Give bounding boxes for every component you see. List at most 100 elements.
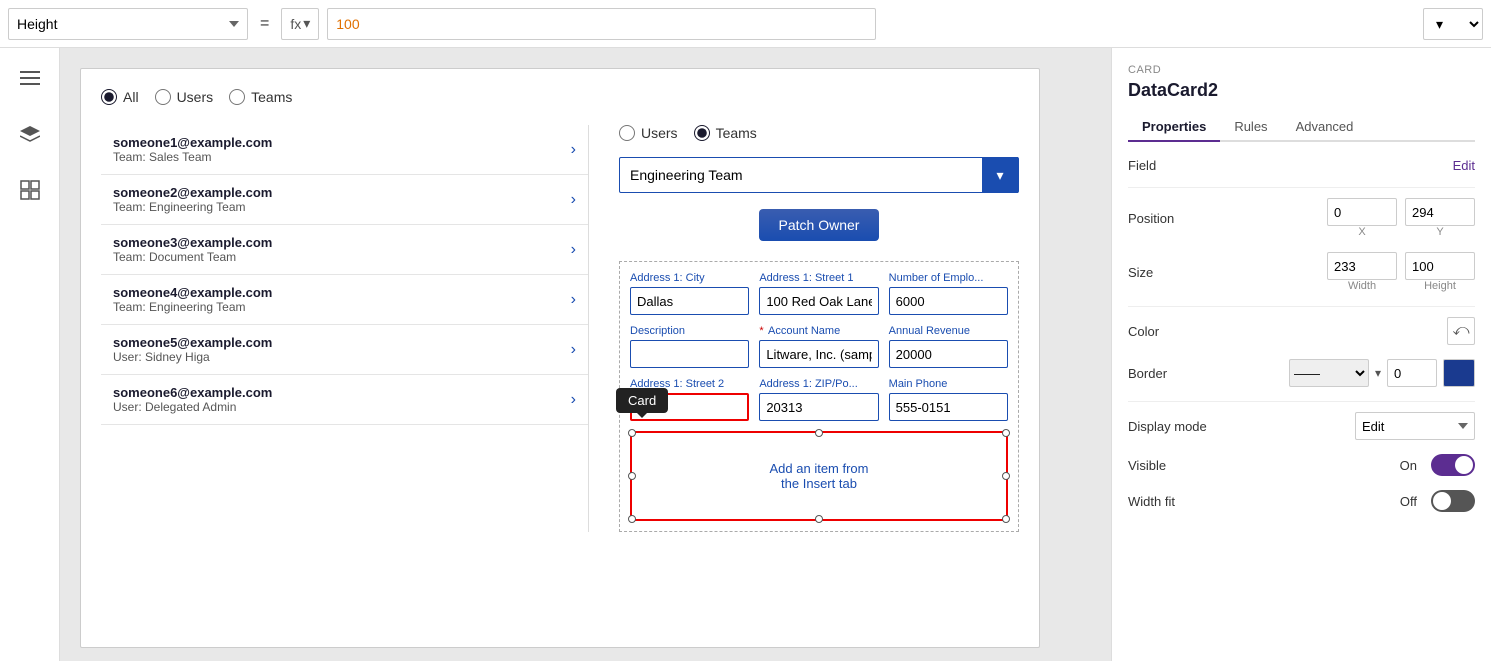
border-color-swatch[interactable] xyxy=(1443,359,1475,387)
user-item[interactable]: someone1@example.com Team: Sales Team › xyxy=(101,125,588,175)
resize-handle-tr[interactable] xyxy=(1002,429,1010,437)
resize-handle-tm[interactable] xyxy=(815,429,823,437)
form-field-phone: Main Phone xyxy=(889,378,1008,421)
color-row: Color ⤺ xyxy=(1128,317,1475,345)
height-select[interactable]: Height xyxy=(8,8,248,40)
color-picker-icon[interactable]: ⤺ xyxy=(1447,317,1475,345)
menu-icon[interactable] xyxy=(12,60,48,96)
size-w-label: Width xyxy=(1348,280,1376,292)
add-item-text: Add an item fromthe Insert tab xyxy=(640,441,998,511)
field-input-employees[interactable] xyxy=(889,287,1008,315)
form-grid-outer: Address 1: City Address 1: Street 1 Numb… xyxy=(619,261,1019,532)
user-item[interactable]: someone4@example.com Team: Engineering T… xyxy=(101,275,588,325)
form-field-zip: Address 1: ZIP/Po... xyxy=(759,378,878,421)
patch-owner-button[interactable]: Patch Owner xyxy=(759,209,880,241)
width-fit-row: Width fit Off xyxy=(1128,490,1475,512)
field-input-account[interactable] xyxy=(759,340,878,368)
width-fit-slider xyxy=(1431,490,1475,512)
user-item[interactable]: someone3@example.com Team: Document Team… xyxy=(101,225,588,275)
field-input-description[interactable] xyxy=(630,340,749,368)
main-layout: All Users Teams someone1@example.com Tea… xyxy=(0,48,1491,661)
chevron-icon: › xyxy=(571,241,576,259)
pos-x-group: X xyxy=(1327,198,1397,238)
field-input-city[interactable] xyxy=(630,287,749,315)
border-inputs: —— ▾ xyxy=(1289,359,1475,387)
visible-toggle[interactable] xyxy=(1431,454,1475,476)
card-tooltip: Card xyxy=(616,388,668,413)
position-inputs: X Y xyxy=(1327,198,1475,238)
pos-x-input[interactable] xyxy=(1327,198,1397,226)
detail-radio-users[interactable]: Users xyxy=(619,125,678,141)
tab-properties[interactable]: Properties xyxy=(1128,113,1220,142)
field-input-phone[interactable] xyxy=(889,393,1008,421)
size-h-label: Height xyxy=(1424,280,1456,292)
radio-all[interactable]: All xyxy=(101,89,139,105)
radio-teams[interactable]: Teams xyxy=(229,89,292,105)
size-w-input[interactable] xyxy=(1327,252,1397,280)
border-dropdown-icon: ▾ xyxy=(1375,366,1381,380)
size-row: Size Width Height xyxy=(1128,252,1475,292)
resize-handle-br[interactable] xyxy=(1002,515,1010,523)
visible-toggle-row: On xyxy=(1400,454,1475,476)
size-h-input[interactable] xyxy=(1405,252,1475,280)
resize-handle-ml[interactable] xyxy=(628,472,636,480)
display-mode-row: Display mode Edit View Disabled xyxy=(1128,412,1475,440)
form-field-account: * Account Name xyxy=(759,325,878,368)
width-fit-toggle[interactable] xyxy=(1431,490,1475,512)
field-label: Field xyxy=(1128,158,1208,173)
form-grid: Address 1: City Address 1: Street 1 Numb… xyxy=(630,272,1008,421)
border-value-input[interactable] xyxy=(1387,359,1437,387)
tab-rules[interactable]: Rules xyxy=(1220,113,1281,142)
props-panel: CARD DataCard2 Properties Rules Advanced… xyxy=(1111,48,1491,661)
user-item[interactable]: someone2@example.com Team: Engineering T… xyxy=(101,175,588,225)
pos-y-input[interactable] xyxy=(1405,198,1475,226)
field-input-revenue[interactable] xyxy=(889,340,1008,368)
size-label: Size xyxy=(1128,265,1208,280)
form-field-employees: Number of Emplo... xyxy=(889,272,1008,315)
field-input-street1[interactable] xyxy=(759,287,878,315)
detail-radio-teams[interactable]: Teams xyxy=(694,125,757,141)
tab-advanced[interactable]: Advanced xyxy=(1282,113,1368,142)
form-field-street2-wrapper: Card Address 1: Street 2 xyxy=(630,378,749,421)
pos-y-group: Y xyxy=(1405,198,1475,238)
user-item[interactable]: someone6@example.com User: Delegated Adm… xyxy=(101,375,588,425)
chevron-icon: › xyxy=(571,141,576,159)
display-mode-select[interactable]: Edit View Disabled xyxy=(1355,412,1475,440)
pos-x-label: X xyxy=(1358,226,1365,238)
radio-users[interactable]: Users xyxy=(155,89,214,105)
dropdown-value: Engineering Team xyxy=(630,167,743,183)
border-line-select[interactable]: —— xyxy=(1289,359,1369,387)
field-row: Field Edit xyxy=(1128,158,1475,173)
form-field-street1: Address 1: Street 1 xyxy=(759,272,878,315)
resize-handle-bm[interactable] xyxy=(815,515,823,523)
resize-handle-bl[interactable] xyxy=(628,515,636,523)
position-row: Position X Y xyxy=(1128,198,1475,238)
layers-icon[interactable] xyxy=(12,116,48,152)
visible-on-label: On xyxy=(1400,458,1417,473)
top-bar: Height = fx ▾ ▾ xyxy=(0,0,1491,48)
visible-label: Visible xyxy=(1128,458,1208,473)
border-label: Border xyxy=(1128,366,1208,381)
selected-card: Add an item fromthe Insert tab xyxy=(630,431,1008,521)
resize-handle-tl[interactable] xyxy=(628,429,636,437)
equals-sign: = xyxy=(256,15,273,33)
formula-dropdown[interactable]: ▾ xyxy=(1423,8,1483,40)
formula-input[interactable] xyxy=(327,8,876,40)
user-list: someone1@example.com Team: Sales Team › … xyxy=(101,125,589,532)
field-input-zip[interactable] xyxy=(759,393,878,421)
width-fit-label: Width fit xyxy=(1128,494,1208,509)
components-icon[interactable] xyxy=(12,172,48,208)
color-inputs: ⤺ xyxy=(1447,317,1475,345)
chevron-icon: › xyxy=(571,191,576,209)
border-row: Border —— ▾ xyxy=(1128,359,1475,387)
field-edit-link[interactable]: Edit xyxy=(1453,158,1475,173)
fx-chevron: ▾ xyxy=(303,15,310,32)
width-fit-knob xyxy=(1433,492,1451,510)
icon-sidebar xyxy=(0,48,60,661)
pos-y-label: Y xyxy=(1436,226,1443,238)
resize-handle-mr[interactable] xyxy=(1002,472,1010,480)
team-dropdown[interactable]: Engineering Team ▾ xyxy=(619,157,1019,193)
fx-button[interactable]: fx ▾ xyxy=(281,8,319,40)
props-title: DataCard2 xyxy=(1128,80,1475,101)
user-item[interactable]: someone5@example.com User: Sidney Higa › xyxy=(101,325,588,375)
